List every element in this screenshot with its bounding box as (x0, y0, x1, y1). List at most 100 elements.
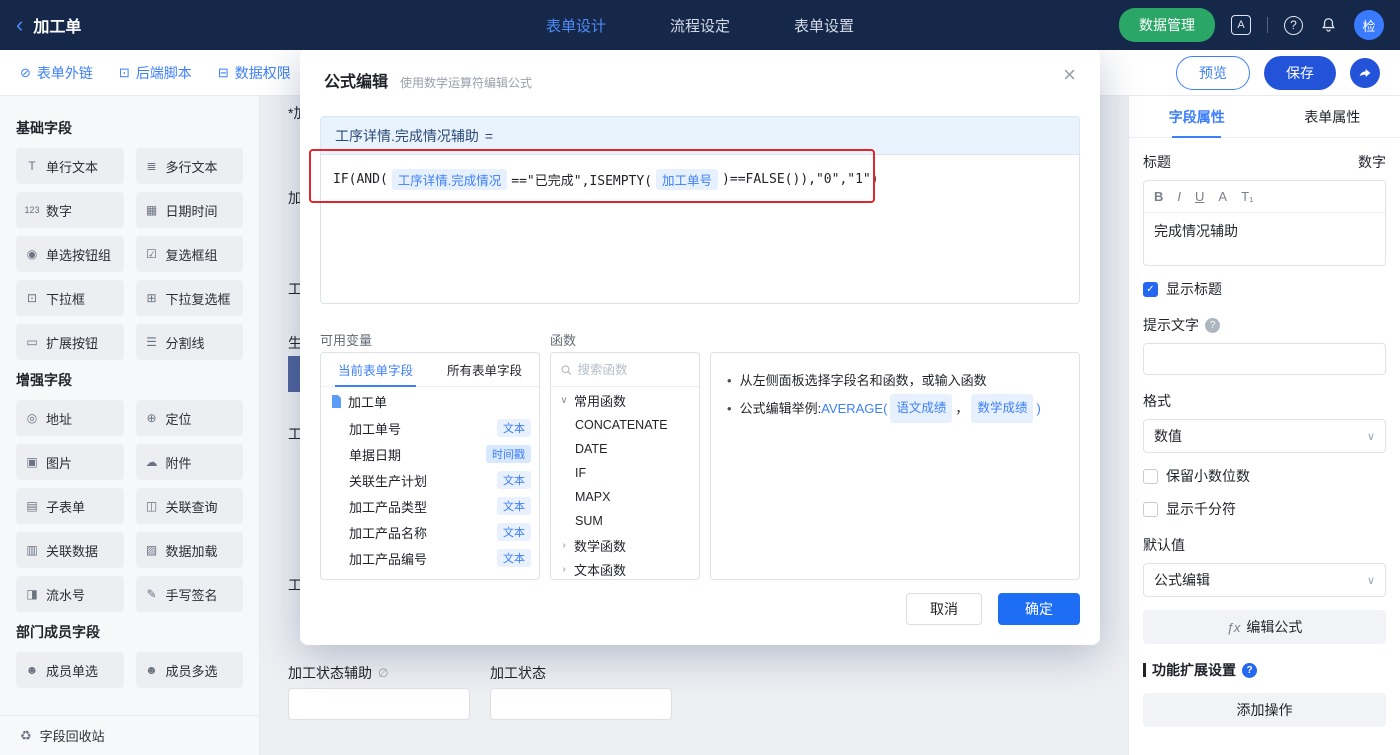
field-label: 子表单 (46, 499, 86, 515)
variable-item[interactable]: 关联生产计划 文本 (321, 467, 539, 493)
field-type-badge: 文本 (497, 523, 531, 541)
field-button-related-query[interactable]: ◫ 关联查询 (135, 488, 243, 524)
function-item[interactable]: IF (551, 461, 699, 485)
tab-form-settings[interactable]: 表单设置 (794, 15, 854, 36)
checkbox-unchecked-icon[interactable] (1143, 468, 1158, 484)
field-button-divider[interactable]: ☰ 分割线 (135, 324, 243, 360)
field-button-multi-text[interactable]: ≣ 多行文本 (135, 148, 243, 184)
variable-item[interactable]: 单据日期 时间戳 (321, 441, 539, 467)
help-icon[interactable]: ? (1284, 15, 1303, 35)
tab-field-properties[interactable]: 字段属性 (1129, 96, 1265, 138)
notification-bell-icon[interactable] (1319, 16, 1338, 35)
field-label: 日期时间 (165, 203, 218, 219)
edit-formula-button[interactable]: ƒx 编辑公式 (1143, 610, 1386, 644)
function-item[interactable]: SUM (551, 509, 699, 533)
variable-item[interactable]: 加工产品类型 文本 (321, 493, 539, 519)
language-icon[interactable]: A (1231, 15, 1251, 35)
field-button-related-data[interactable]: ▥ 关联数据 (16, 532, 124, 568)
backend-script-button[interactable]: ⊡ 后端脚本 (119, 63, 192, 83)
function-group-text[interactable]: › 文本函数 (551, 557, 699, 579)
close-icon[interactable]: × (1063, 64, 1076, 86)
tab-current-form-fields[interactable]: 当前表单字段 (321, 353, 430, 387)
field-label: 复选框组 (165, 247, 218, 263)
variable-item[interactable]: 加工产品编号 文本 (321, 545, 539, 571)
form-tree-root[interactable]: 加工单 (321, 387, 539, 415)
decimal-checkbox-row[interactable]: 保留小数位数 (1143, 466, 1386, 486)
field-button-multi-dropdown[interactable]: ⊞ 下拉复选框 (135, 280, 243, 316)
checkbox-checked-icon[interactable]: ✓ (1143, 281, 1158, 297)
data-manage-button[interactable]: 数据管理 (1119, 8, 1215, 42)
tab-form-design[interactable]: 表单设计 (546, 15, 606, 36)
field-button-member-multi[interactable]: ☻ 成员多选 (135, 652, 243, 688)
function-item[interactable]: CONCATENATE (551, 413, 699, 437)
tab-all-form-fields[interactable]: 所有表单字段 (430, 353, 539, 386)
field-button-extend-button[interactable]: ▭ 扩展按钮 (16, 324, 124, 360)
variable-item[interactable]: 加工产品名称 文本 (321, 519, 539, 545)
formula-area: 工序详情.完成情况辅助 = IF(AND( 工序详情.完成情况 =="已完成",… (309, 116, 1080, 304)
tab-form-properties[interactable]: 表单属性 (1265, 96, 1400, 137)
field-token: 工序详情.完成情况 (391, 169, 508, 190)
field-button-subform[interactable]: ▤ 子表单 (16, 488, 124, 524)
field-type-badge: 文本 (497, 497, 531, 515)
field-button-image[interactable]: ▣ 图片 (16, 444, 124, 480)
field-button-dropdown[interactable]: ⊡ 下拉框 (16, 280, 124, 316)
field-button-attachment[interactable]: ☁ 附件 (135, 444, 243, 480)
tab-flow-settings[interactable]: 流程设定 (670, 15, 730, 36)
formula-editor[interactable]: IF(AND( 工序详情.完成情况 =="已完成",ISEMPTY( 加工单号 … (309, 149, 1080, 304)
italic-icon[interactable]: I (1177, 189, 1181, 204)
function-item[interactable]: MAPX (551, 485, 699, 509)
field-button-checkbox-group[interactable]: ☑ 复选框组 (135, 236, 243, 272)
function-group-common[interactable]: ∨ 常用函数 (551, 387, 699, 413)
field-button-signature[interactable]: ✎ 手写签名 (135, 576, 243, 612)
field-button-radio-group[interactable]: ◉ 单选按钮组 (16, 236, 124, 272)
data-permission-button[interactable]: ⊟ 数据权限 (218, 63, 291, 83)
save-button[interactable]: 保存 (1264, 55, 1336, 90)
show-title-checkbox-row[interactable]: ✓ 显示标题 (1143, 279, 1386, 299)
back-chevron-icon[interactable]: ‹ (16, 14, 23, 36)
chevron-right-icon: › (562, 563, 566, 575)
font-color-icon[interactable]: A (1218, 189, 1227, 204)
rich-text-toolbar: B I U A T₁ (1144, 181, 1385, 213)
field-button-data-load[interactable]: ▨ 数据加载 (135, 532, 243, 568)
field-label: 单选按钮组 (46, 247, 112, 263)
underline-icon[interactable]: U (1195, 189, 1204, 204)
field-recycle-bin[interactable]: ♻ 字段回收站 (0, 715, 259, 755)
field-button-location[interactable]: ⊕ 定位 (135, 400, 243, 436)
field-button-serial-number[interactable]: ◨ 流水号 (16, 576, 124, 612)
user-avatar[interactable]: 检 (1354, 10, 1384, 40)
field-button-datetime[interactable]: ▦ 日期时间 (135, 192, 243, 228)
preview-button[interactable]: 预览 (1176, 55, 1250, 90)
bold-icon[interactable]: B (1154, 189, 1163, 204)
aux-status-input[interactable] (288, 688, 470, 720)
hint-text-input[interactable] (1143, 343, 1386, 375)
variable-item[interactable]: 加工单号 文本 (321, 415, 539, 441)
external-link-button[interactable]: ⊘ 表单外链 (20, 63, 93, 83)
group-title-member: 部门成员字段 (16, 624, 100, 640)
signature-icon: ✎ (146, 587, 157, 601)
confirm-button[interactable]: 确定 (998, 593, 1080, 625)
title-value-input[interactable]: 完成情况辅助 (1144, 213, 1385, 265)
checkbox-unchecked-icon[interactable] (1143, 501, 1158, 517)
default-value-select[interactable]: 公式编辑 ∨ (1143, 563, 1386, 597)
add-action-button[interactable]: 添加操作 (1143, 693, 1386, 727)
function-group-math[interactable]: › 数学函数 (551, 533, 699, 557)
format-value: 数值 (1154, 428, 1182, 444)
font-size-icon[interactable]: T₁ (1241, 189, 1253, 204)
recycle-icon: ♻ (20, 727, 32, 743)
field-button-member-single[interactable]: ☻ 成员单选 (16, 652, 124, 688)
tip-line-2: • 公式编辑举例: AVERAGE( 语文成绩 ， 数学成绩 ) (727, 394, 1063, 423)
field-button-number[interactable]: 123 数字 (16, 192, 124, 228)
share-button[interactable] (1350, 57, 1380, 88)
function-item[interactable]: DATE (551, 437, 699, 461)
status-input[interactable] (490, 688, 672, 720)
format-select[interactable]: 数值 ∨ (1143, 419, 1386, 453)
function-search-input[interactable] (577, 362, 689, 377)
help-circle-icon[interactable]: ? (1242, 662, 1257, 678)
divider (1267, 17, 1268, 33)
formula-line: IF(AND( 工序详情.完成情况 =="已完成",ISEMPTY( 加工单号 … (333, 169, 1067, 190)
field-button-single-text[interactable]: T 单行文本 (16, 148, 124, 184)
field-button-address[interactable]: ◎ 地址 (16, 400, 124, 436)
thousand-checkbox-row[interactable]: 显示千分符 (1143, 499, 1386, 519)
help-circle-icon[interactable]: ? (1205, 317, 1220, 333)
cancel-button[interactable]: 取消 (906, 593, 982, 625)
